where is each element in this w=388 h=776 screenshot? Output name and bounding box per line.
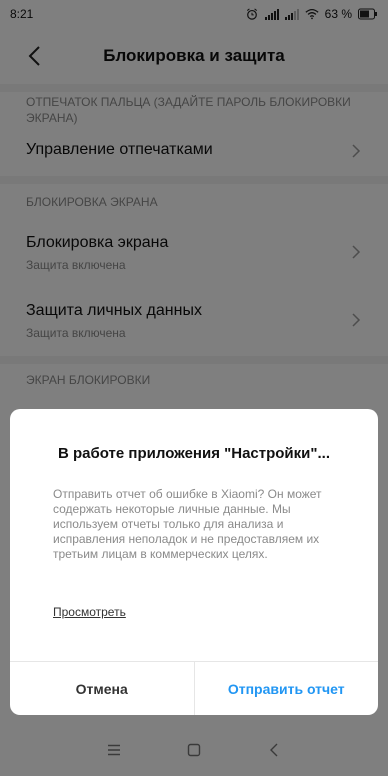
- nav-back-button[interactable]: [265, 741, 283, 759]
- dialog-message: Отправить отчет об ошибке в Xiaomi? Он м…: [53, 487, 322, 561]
- view-report-link[interactable]: Просмотреть: [53, 605, 126, 619]
- cancel-button[interactable]: Отмена: [10, 662, 195, 715]
- dialog-buttons: Отмена Отправить отчет: [10, 661, 378, 715]
- system-nav-bar: [0, 724, 388, 776]
- menu-icon: [108, 744, 120, 756]
- back-icon: [270, 743, 278, 757]
- crash-report-dialog: В работе приложения "Настройки"... Отпра…: [10, 409, 378, 715]
- send-report-button[interactable]: Отправить отчет: [195, 662, 379, 715]
- home-button[interactable]: [185, 741, 203, 759]
- dialog-title: В работе приложения "Настройки"...: [58, 445, 330, 462]
- home-icon: [187, 743, 201, 757]
- recent-apps-button[interactable]: [105, 741, 123, 759]
